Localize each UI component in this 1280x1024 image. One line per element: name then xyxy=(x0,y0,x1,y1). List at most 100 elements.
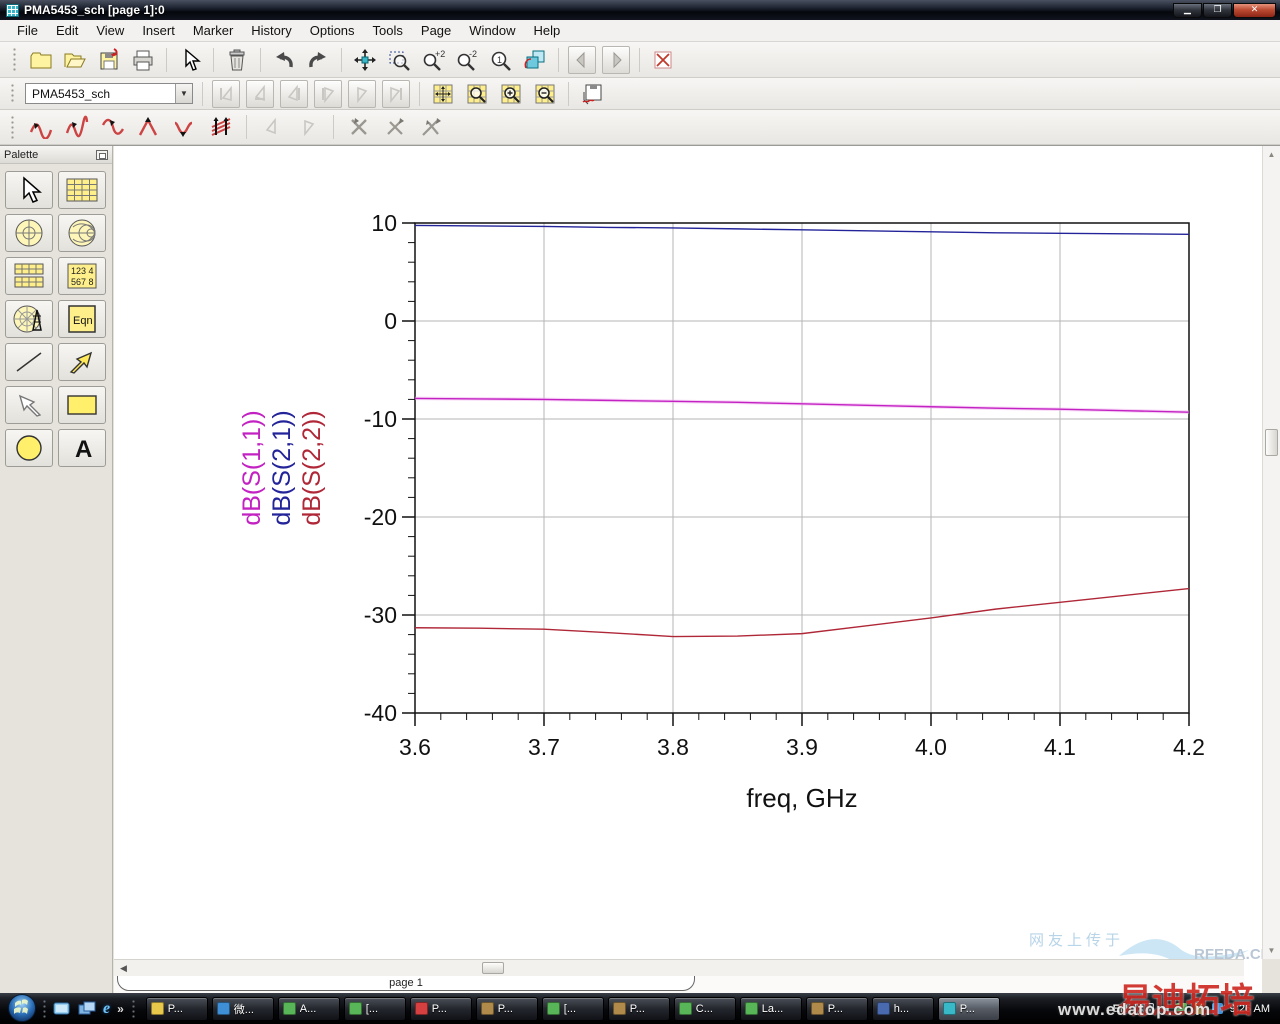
palette-item-stacked-plot[interactable] xyxy=(5,257,53,295)
move-button[interactable] xyxy=(351,46,379,74)
open-button[interactable] xyxy=(61,46,89,74)
plot-area[interactable]: 3.6 3.7 3.8 3.9 4.0 4.1 4.2 10 0 -10 -20 -30 -40 dB(S… xyxy=(114,146,1244,964)
menu-item[interactable]: History xyxy=(242,21,300,40)
menu-item[interactable]: Window xyxy=(460,21,524,40)
taskbar-task[interactable]: A... xyxy=(277,996,340,1021)
view-all-button[interactable] xyxy=(429,80,457,108)
taskbar-task[interactable]: P... xyxy=(607,996,670,1021)
vertical-scrollbar[interactable]: ▲ ▼ xyxy=(1262,146,1280,959)
palette-item-antenna-plot[interactable] xyxy=(5,300,53,338)
palette-float-icon[interactable] xyxy=(96,149,108,160)
chevron-down-icon[interactable]: ▼ xyxy=(175,84,192,103)
prev-page-button[interactable] xyxy=(246,79,274,108)
taskbar-task[interactable]: 微... xyxy=(211,996,274,1021)
marker-next-disabled-button[interactable] xyxy=(294,113,322,141)
redo-button[interactable] xyxy=(304,46,332,74)
taskbar-task[interactable]: La... xyxy=(739,996,802,1021)
palette-item-pointer[interactable] xyxy=(5,171,53,209)
taskbar-task[interactable]: C... xyxy=(673,996,736,1021)
show-desktop-icon[interactable] xyxy=(53,1001,71,1017)
tray-expand-chevron-icon[interactable]: ◀ xyxy=(1161,1003,1169,1014)
marker-line-button[interactable] xyxy=(27,113,55,141)
keyboard-icon[interactable] xyxy=(1134,1002,1154,1015)
palette-item-arrow-outline[interactable] xyxy=(5,386,53,424)
zoom-area-button[interactable] xyxy=(385,46,413,74)
close-button[interactable]: ✕ xyxy=(1233,2,1276,18)
scroll-left-arrow-icon[interactable]: ◀ xyxy=(116,961,131,975)
taskbar-task[interactable]: P... xyxy=(409,996,472,1021)
taskbar-task[interactable]: [... xyxy=(541,996,604,1021)
toolbar-grip[interactable] xyxy=(10,82,15,105)
palette-item-text[interactable]: A xyxy=(58,429,106,467)
new-button[interactable] xyxy=(27,46,55,74)
page-tab[interactable]: page 1 xyxy=(117,976,695,991)
save-hardcopy-button[interactable] xyxy=(578,80,606,108)
zoom-in-x2-button[interactable]: +2 xyxy=(419,46,447,74)
palette-item-equation[interactable]: Eqn xyxy=(58,300,106,338)
taskbar-task[interactable]: P... xyxy=(145,996,208,1021)
toolbar-grip[interactable] xyxy=(12,47,17,72)
document-selector[interactable]: PMA5453_sch ▼ xyxy=(25,83,193,104)
palette-item-rect-plot[interactable] xyxy=(58,171,106,209)
palette-item-polar-plot[interactable] xyxy=(5,214,53,252)
marker-prev-disabled-button[interactable] xyxy=(258,113,286,141)
restore-button[interactable]: ❐ xyxy=(1203,2,1232,18)
palette-item-rectangle[interactable] xyxy=(58,386,106,424)
minimize-button[interactable]: ▁ xyxy=(1173,2,1202,18)
overflow-chevron-icon[interactable]: » xyxy=(117,1002,124,1016)
taskbar-task[interactable]: P... xyxy=(937,996,1000,1021)
taskbar-task[interactable]: [... xyxy=(343,996,406,1021)
vertical-scroll-thumb[interactable] xyxy=(1265,429,1278,456)
palette-item-smith-chart[interactable] xyxy=(58,214,106,252)
view-area-button[interactable] xyxy=(463,80,491,108)
marker-valley-button[interactable] xyxy=(171,113,199,141)
marker-x2-disabled-button[interactable] xyxy=(381,113,409,141)
marker-x3-disabled-button[interactable] xyxy=(417,113,445,141)
marker-upper-button[interactable] xyxy=(99,113,127,141)
next-view-button[interactable] xyxy=(314,79,342,108)
print-button[interactable] xyxy=(129,46,157,74)
view-out-button[interactable] xyxy=(531,80,559,108)
window-switcher-icon[interactable] xyxy=(78,1001,96,1017)
tray-icon[interactable] xyxy=(1175,1003,1187,1014)
marker-delta-button[interactable] xyxy=(207,113,235,141)
forward-page-button[interactable] xyxy=(602,45,630,74)
palette-item-circle[interactable] xyxy=(5,429,53,467)
save-button[interactable] xyxy=(95,46,123,74)
back-page-button[interactable] xyxy=(568,45,596,74)
taskbar-task[interactable]: P... xyxy=(805,996,868,1021)
swap-view-button[interactable] xyxy=(521,46,549,74)
palette-item-arrow[interactable] xyxy=(58,343,106,381)
palette-item-line[interactable] xyxy=(5,343,53,381)
marker-x1-disabled-button[interactable] xyxy=(345,113,373,141)
zoom-1-1-button[interactable]: 1 xyxy=(487,46,515,74)
tray-icon[interactable] xyxy=(1193,1003,1205,1014)
menu-item[interactable]: Edit xyxy=(47,21,87,40)
menu-item[interactable]: Page xyxy=(412,21,460,40)
menu-item[interactable]: Tools xyxy=(364,21,412,40)
select-pointer-button[interactable] xyxy=(176,46,204,74)
next-page-button[interactable] xyxy=(348,79,376,108)
marker-peak-button[interactable] xyxy=(135,113,163,141)
menu-item[interactable]: Options xyxy=(301,21,364,40)
first-page-button[interactable] xyxy=(212,79,240,108)
language-indicator[interactable]: EN xyxy=(1113,1003,1128,1015)
clock[interactable]: 9:26 AM xyxy=(1230,1003,1270,1015)
delete-button[interactable] xyxy=(223,46,251,74)
zoom-out-x2-button[interactable]: -2 xyxy=(453,46,481,74)
last-page-button[interactable] xyxy=(382,79,410,108)
view-in-button[interactable] xyxy=(497,80,525,108)
menu-item[interactable]: File xyxy=(8,21,47,40)
taskbar-task[interactable]: P... xyxy=(475,996,538,1021)
menu-item[interactable]: View xyxy=(87,21,133,40)
scroll-up-arrow-icon[interactable]: ▲ xyxy=(1264,147,1279,162)
marker-lower-button[interactable] xyxy=(63,113,91,141)
internet-explorer-icon[interactable]: e xyxy=(103,1000,110,1018)
tray-icon[interactable] xyxy=(1211,1003,1223,1014)
delete-selection-button[interactable] xyxy=(649,46,677,74)
menu-item[interactable]: Marker xyxy=(184,21,242,40)
palette-item-list-plot[interactable]: 123 4 567 8 xyxy=(58,257,106,295)
horizontal-scrollbar[interactable]: ◀ xyxy=(114,959,1244,976)
undo-button[interactable] xyxy=(270,46,298,74)
scroll-down-arrow-icon[interactable]: ▼ xyxy=(1264,943,1279,958)
